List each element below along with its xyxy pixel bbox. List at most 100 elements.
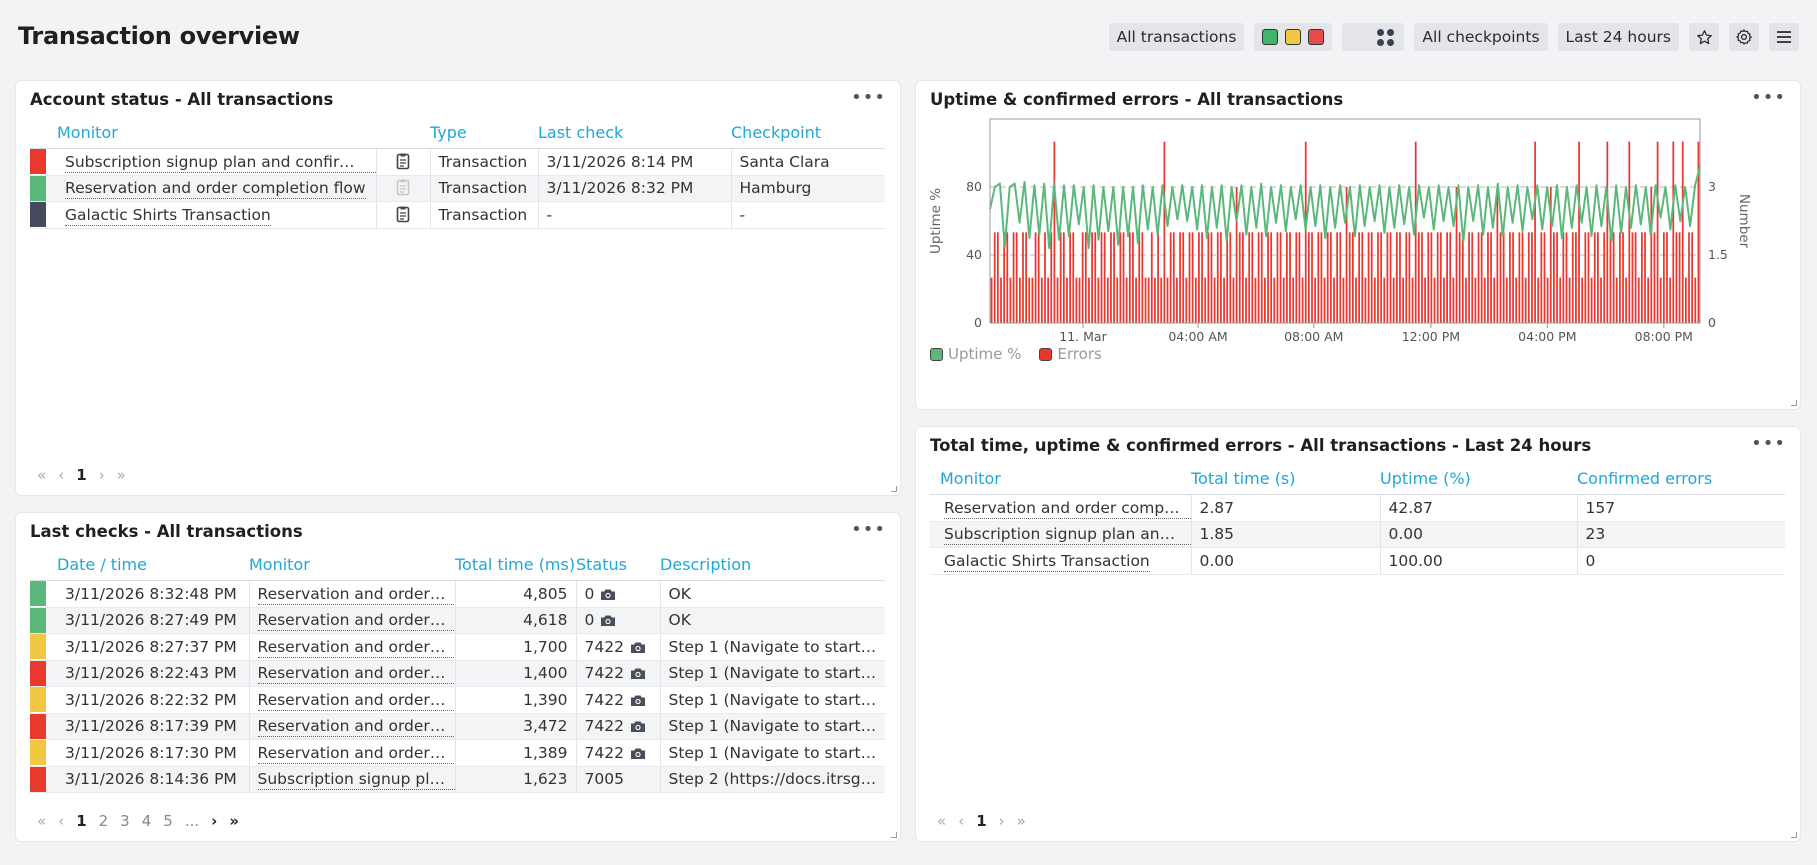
column-header-description[interactable]: Description — [660, 555, 885, 581]
page-1-button[interactable]: 1 — [76, 466, 86, 484]
status-error-toggle[interactable] — [1308, 29, 1325, 45]
time-range-button[interactable]: Last 24 hours — [1557, 23, 1679, 51]
last-page-button[interactable]: » — [229, 812, 239, 830]
prev-page-button[interactable]: ‹ — [958, 812, 964, 830]
monitor-link[interactable]: Reservation and order completion flow — [257, 611, 455, 632]
first-page-button[interactable]: « — [37, 812, 46, 830]
monitor-link[interactable]: Reservation and order completion flow — [257, 664, 455, 685]
table-row[interactable]: 3/11/2026 8:17:30 PM Reservation and orde… — [30, 739, 885, 767]
column-header-uptime[interactable]: Uptime (%) — [1380, 469, 1577, 495]
table-row[interactable]: Galactic Shirts Transaction Transaction … — [30, 201, 885, 229]
more-options-icon[interactable]: ••• — [1751, 89, 1786, 107]
column-header-status[interactable]: Status — [576, 555, 660, 581]
more-options-icon[interactable]: ••• — [851, 521, 886, 539]
column-header-datetime[interactable]: Date / time — [57, 555, 249, 581]
document-icon[interactable] — [396, 206, 410, 223]
camera-icon[interactable] — [630, 720, 646, 733]
camera-icon[interactable] — [600, 614, 616, 627]
column-header-errors[interactable]: Confirmed errors — [1577, 469, 1785, 495]
table-row[interactable]: Reservation and order completion flow 2.… — [930, 494, 1785, 522]
menu-button[interactable] — [1769, 23, 1799, 51]
legend-item-errors[interactable]: Errors — [1039, 345, 1102, 363]
page-5-button[interactable]: 5 — [163, 812, 173, 830]
table-row[interactable]: 3/11/2026 8:32:48 PM Reservation and orde… — [30, 580, 885, 608]
monitor-link[interactable]: Reservation and order completion flow — [257, 637, 455, 658]
monitor-link[interactable]: Subscription signup plan and confirmatio… — [65, 152, 376, 173]
more-options-icon[interactable]: ••• — [851, 89, 886, 107]
favorite-button[interactable] — [1689, 23, 1719, 51]
monitor-link[interactable]: Reservation and order completion flow — [257, 717, 455, 738]
error-bar — [1581, 277, 1584, 323]
table-row[interactable]: Subscription signup plan and confirmatio… — [30, 148, 885, 176]
resize-handle[interactable] — [1791, 832, 1797, 838]
error-bar — [1531, 232, 1533, 323]
camera-icon[interactable] — [630, 641, 646, 654]
last-page-button[interactable]: » — [1017, 812, 1026, 830]
settings-button[interactable] — [1729, 23, 1759, 51]
column-header-checkpoint[interactable]: Checkpoint — [731, 123, 885, 149]
table-row[interactable]: 3/11/2026 8:22:43 PM Reservation and orde… — [30, 660, 885, 687]
resize-handle[interactable] — [891, 486, 897, 492]
page-1-button[interactable]: 1 — [976, 812, 986, 830]
monitor-link[interactable]: Subscription signup plan and confirmatio… — [944, 525, 1191, 546]
checkpoints-filter-button[interactable]: All checkpoints — [1414, 23, 1548, 51]
next-page-button[interactable]: › — [211, 812, 217, 830]
monitor-link[interactable]: Subscription signup plan and confirmatio… — [257, 770, 455, 791]
table-row[interactable]: Reservation and order completion flow Tr… — [30, 175, 885, 202]
monitor-link[interactable]: Reservation and order completion flow — [257, 743, 455, 764]
monitor-link[interactable]: Galactic Shirts Transaction — [65, 205, 271, 226]
first-page-button[interactable]: « — [937, 812, 946, 830]
status-warn-toggle[interactable] — [1285, 29, 1302, 45]
status-code: 0 — [584, 584, 595, 603]
status-ok-toggle[interactable] — [1262, 29, 1279, 45]
monitor-link[interactable]: Reservation and order completion flow — [65, 179, 366, 200]
table-row[interactable]: 3/11/2026 8:22:32 PM Reservation and orde… — [30, 686, 885, 714]
resize-handle[interactable] — [1791, 400, 1797, 406]
error-bar — [1543, 232, 1546, 323]
page-4-button[interactable]: 4 — [142, 812, 152, 830]
page-2-button[interactable]: 2 — [99, 812, 109, 830]
monitor-link[interactable]: Reservation and order completion flow — [257, 584, 455, 605]
error-bar — [1373, 277, 1376, 323]
column-header-total-time[interactable]: Total time (s) — [1191, 469, 1380, 495]
table-row[interactable]: 3/11/2026 8:27:37 PM Reservation and orde… — [30, 633, 885, 661]
page-3-button[interactable]: 3 — [120, 812, 130, 830]
camera-icon[interactable] — [600, 588, 616, 601]
document-disabled-icon — [396, 179, 410, 196]
account-status-panel: Account status - All transactions ••• Mo… — [16, 81, 900, 495]
camera-icon[interactable] — [630, 667, 646, 680]
prev-page-button[interactable]: ‹ — [58, 466, 64, 484]
resize-handle[interactable] — [891, 832, 897, 838]
column-header-monitor[interactable]: Monitor — [930, 469, 1191, 495]
status-filter-button[interactable] — [1254, 23, 1333, 51]
column-header-monitor[interactable]: Monitor — [249, 555, 455, 581]
table-row[interactable]: 3/11/2026 8:14:36 PM Subscription signup … — [30, 766, 885, 793]
column-header-total-time[interactable]: Total time (ms) — [455, 555, 576, 581]
document-icon[interactable] — [396, 153, 410, 170]
more-options-icon[interactable]: ••• — [1751, 435, 1786, 453]
group-filter-button[interactable] — [1342, 23, 1405, 51]
transactions-filter-button[interactable]: All transactions — [1108, 23, 1245, 51]
totals-panel: Total time, uptime & confirmed errors - … — [916, 427, 1800, 841]
column-header-type[interactable]: Type — [430, 123, 538, 149]
table-row[interactable]: 3/11/2026 8:17:39 PM Reservation and orde… — [30, 713, 885, 740]
first-page-button[interactable]: « — [37, 466, 46, 484]
legend-item-uptime[interactable]: Uptime % — [930, 345, 1021, 363]
monitor-link[interactable]: Galactic Shirts Transaction — [944, 551, 1150, 572]
column-header-last-check[interactable]: Last check — [538, 123, 731, 149]
error-bar — [1185, 277, 1188, 323]
table-row[interactable]: Galactic Shirts Transaction 0.00 100.00 … — [930, 547, 1785, 575]
next-page-button[interactable]: › — [999, 812, 1005, 830]
table-row[interactable]: Subscription signup plan and confirmatio… — [930, 521, 1785, 548]
last-page-button[interactable]: » — [117, 466, 126, 484]
next-page-button[interactable]: › — [99, 466, 105, 484]
page-1-button[interactable]: 1 — [76, 812, 86, 830]
monitor-link[interactable]: Reservation and order completion flow — [944, 498, 1191, 519]
camera-icon[interactable] — [630, 694, 646, 707]
table-row[interactable]: 3/11/2026 8:27:49 PM Reservation and orde… — [30, 607, 885, 634]
monitor-link[interactable]: Reservation and order completion flow — [257, 690, 455, 711]
camera-icon[interactable] — [630, 747, 646, 760]
column-header-monitor[interactable]: Monitor — [57, 123, 376, 149]
prev-page-button[interactable]: ‹ — [58, 812, 64, 830]
error-bar — [1619, 232, 1621, 323]
